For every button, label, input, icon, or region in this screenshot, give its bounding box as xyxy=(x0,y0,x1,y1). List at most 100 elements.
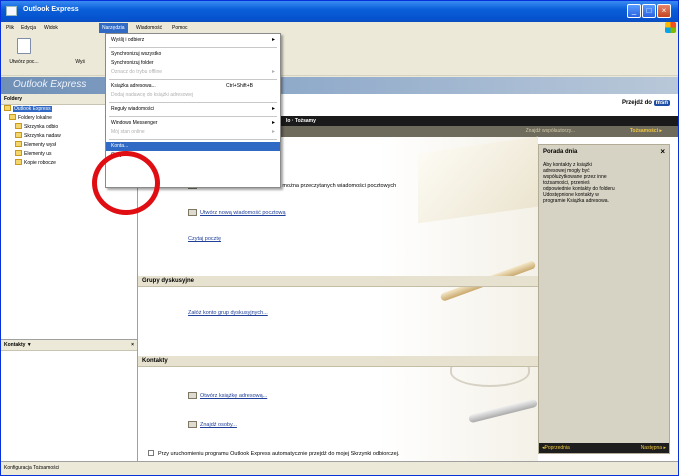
menu-separator xyxy=(109,139,277,140)
menu-item-label: Dodaj nadawcę do książki adresowej xyxy=(111,92,193,98)
tip-navigation: ◂Poprzednia Następna ▸ xyxy=(539,443,669,453)
create-mail-link[interactable]: Utwórz nową wiadomość pocztową xyxy=(200,210,286,216)
msn-logo-icon: msn xyxy=(653,100,670,106)
menu-separator xyxy=(109,47,277,48)
new-mail-icon xyxy=(17,38,31,54)
menu-help[interactable]: Pomoc xyxy=(169,23,191,33)
open-address-book-link[interactable]: Otwórz książkę adresową... xyxy=(200,393,267,399)
submenu-arrow-icon: ▸ xyxy=(271,120,275,126)
submenu-arrow-icon: ▸ xyxy=(271,69,275,75)
tip-of-the-day-panel: Porada dnia × Aby kontakty z książki adr… xyxy=(538,144,670,454)
contacts-menu-button[interactable]: Kontakty ▼ xyxy=(4,342,32,348)
menu-view[interactable]: Widok xyxy=(41,23,61,33)
submenu-arrow-icon: ▸ xyxy=(271,106,275,112)
pen-decoration xyxy=(468,398,538,424)
submenu-arrow-icon: ▸ xyxy=(271,37,275,43)
tip-previous-button[interactable]: ◂Poprzednia xyxy=(542,443,570,453)
contacts-section-header: Kontakty xyxy=(138,356,538,367)
tip-next-button[interactable]: Następna ▸ xyxy=(641,443,666,453)
folder-label: Skrzynka nadaw xyxy=(24,133,61,139)
windows-logo-icon xyxy=(665,22,676,33)
outlook-express-icon xyxy=(6,6,17,16)
address-book-icon xyxy=(188,392,197,399)
annotation-circle xyxy=(92,151,160,215)
send-receive-button[interactable]: Wyś xyxy=(45,38,85,72)
contacts-close-button[interactable]: × xyxy=(131,342,134,348)
banner-text: Outlook Express xyxy=(13,79,87,90)
menu-item-message-rules[interactable]: Reguły wiadomości ▸ xyxy=(106,105,280,114)
title-bar: Outlook Express _ □ × xyxy=(1,1,678,22)
outbox-icon xyxy=(15,132,22,138)
tip-title: Porada dnia xyxy=(543,149,578,155)
folder-label: Elementy us xyxy=(24,151,52,157)
identity-header-title: lo · Tożsamy xyxy=(286,118,316,124)
menu-item-label: Synchronizuj wszystko xyxy=(111,51,162,57)
find-people-text: Znajdź współautorzy... xyxy=(525,128,575,134)
menu-item-accounts[interactable]: Konta... xyxy=(106,142,280,151)
menu-file[interactable]: Plik xyxy=(3,23,17,33)
menu-tools[interactable]: Narzędzia xyxy=(99,23,128,33)
outlook-express-window: Outlook Express _ □ × Plik Edycja Widok … xyxy=(0,0,679,476)
go-to-msn-link[interactable]: Przejdź do msn xyxy=(622,100,670,106)
msn-link-text: Przejdź do xyxy=(621,100,652,106)
find-people-icon xyxy=(188,421,197,428)
startup-inbox-label: Przy uruchomieniu programu Outlook Expre… xyxy=(158,451,400,457)
menu-item-label: Wyślij i odbierz xyxy=(111,37,145,43)
menu-item-label: Książka adresowa... xyxy=(111,83,156,89)
read-mail-link[interactable]: Czytaj pocztę xyxy=(188,236,221,242)
drafts-icon xyxy=(15,159,22,165)
new-mail-icon xyxy=(188,209,197,216)
menu-edit[interactable]: Edycja xyxy=(18,23,39,33)
folder-label: Kopie robocze xyxy=(24,160,56,166)
deleted-items-icon xyxy=(15,150,22,156)
submenu-arrow-icon: ▸ xyxy=(271,129,275,135)
identities-dropdown[interactable]: Tożsamości ▸ xyxy=(630,128,662,134)
status-bar: Konfiguracja Tożsamości xyxy=(1,461,678,475)
folder-icon xyxy=(9,114,16,120)
menu-message[interactable]: Wiadomość xyxy=(133,23,165,33)
toolbar: Utwórz poc... Wyś xyxy=(1,34,678,76)
menu-item-address-book[interactable]: Książka adresowa... Ctrl+Shift+B xyxy=(106,82,280,91)
inbox-icon xyxy=(15,123,22,129)
folder-label: Elementy wysł xyxy=(24,142,56,148)
create-mail-label: Utwórz poc... xyxy=(9,59,39,65)
sent-items-icon xyxy=(15,141,22,147)
contacts-header: Kontakty ▼ × xyxy=(1,340,137,351)
menu-separator xyxy=(109,116,277,117)
menu-item-label: Konta... xyxy=(111,143,129,149)
menu-item-add-sender: Dodaj nadawcę do książki adresowej xyxy=(106,91,280,100)
menu-item-label: Windows Messenger xyxy=(111,120,158,126)
menu-item-send-receive[interactable]: Wyślij i odbierz ▸ xyxy=(106,36,280,45)
send-receive-label: Wyś xyxy=(75,59,85,65)
create-mail-button[interactable]: Utwórz poc... xyxy=(3,38,45,72)
paper-decoration xyxy=(418,136,538,224)
menu-item-mark-offline: Oznacz do trybu offline ▸ xyxy=(106,68,280,77)
menu-item-sync-folder[interactable]: Synchronizuj folder xyxy=(106,59,280,68)
folder-label: Skrzynka odbio xyxy=(24,124,59,130)
maximize-button[interactable]: □ xyxy=(642,4,656,18)
tip-body: Aby kontakty z książki adresowej mogły b… xyxy=(543,162,615,204)
outlook-banner: Outlook Express xyxy=(1,77,678,94)
tip-close-button[interactable]: × xyxy=(660,147,665,156)
menu-item-label: Reguły wiadomości xyxy=(111,106,155,112)
menu-item-label: Oznacz do trybu offline xyxy=(111,69,163,75)
minimize-button[interactable]: _ xyxy=(627,4,641,18)
newsgroups-section-header: Grupy dyskusyjne xyxy=(138,276,538,287)
menu-item-shortcut: Ctrl+Shift+B xyxy=(226,83,253,89)
contacts-pane: Kontakty ▼ × xyxy=(1,339,138,461)
startup-inbox-checkbox[interactable] xyxy=(148,450,154,456)
menu-item-label: Mój stan online xyxy=(111,129,145,135)
menu-item-windows-messenger[interactable]: Windows Messenger ▸ xyxy=(106,119,280,128)
folder-label: Outlook Express xyxy=(13,106,52,112)
menu-separator xyxy=(109,79,277,80)
find-people-link[interactable]: Znajdź osoby... xyxy=(200,422,237,428)
menu-item-my-online-status: Mój stan online ▸ xyxy=(106,128,280,137)
close-button[interactable]: × xyxy=(657,4,671,18)
menu-item-sync-all[interactable]: Synchronizuj wszystko xyxy=(106,50,280,59)
outlook-express-icon xyxy=(4,105,11,111)
menu-item-label: Synchronizuj folder xyxy=(111,60,154,66)
menu-separator xyxy=(109,102,277,103)
newsgroup-setup-link[interactable]: Załóż konto grup dyskusyjnych... xyxy=(188,310,268,316)
menu-bar: Plik Edycja Widok Narzędzia Wiadomość Po… xyxy=(1,22,678,34)
folder-label: Foldery lokalne xyxy=(18,115,52,121)
